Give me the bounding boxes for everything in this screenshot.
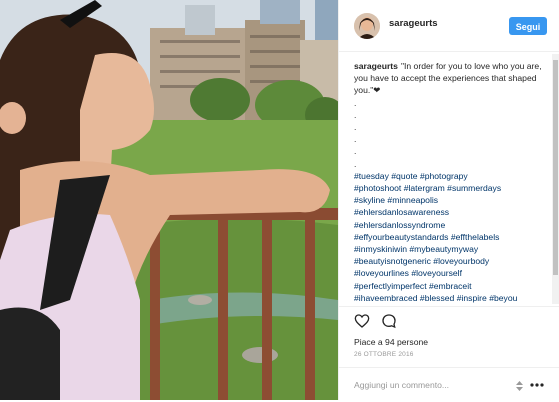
caption-dot: . bbox=[354, 97, 357, 108]
hashtag-line[interactable]: #ihaveembraced #blessed #inspire #beyou bbox=[354, 292, 554, 304]
photo-scene bbox=[0, 0, 338, 400]
post-date: 26 OTTOBRE 2016 bbox=[354, 351, 414, 358]
caption-area: sarageurts "In order for you to love who … bbox=[354, 60, 554, 306]
heart-outline-icon[interactable] bbox=[354, 313, 370, 329]
hashtag-line[interactable]: #beautyisnotgeneric #loveyourbody bbox=[354, 255, 554, 267]
hashtag-line[interactable]: #ehlersdanlosawareness bbox=[354, 206, 554, 218]
hashtag-line[interactable]: #ehlersdanlossyndrome bbox=[354, 219, 554, 231]
post-photo bbox=[0, 0, 338, 400]
hashtag-line[interactable]: #skyline #minneapolis bbox=[354, 194, 554, 206]
post-side-panel: sarageurts Segui sarageurts "In order for… bbox=[338, 0, 559, 400]
post-username[interactable]: sarageurts bbox=[389, 18, 438, 29]
caption-dots: ...... bbox=[354, 97, 554, 170]
likes-count[interactable]: Piace a 94 persone bbox=[354, 337, 428, 347]
hashtag-line[interactable]: #perfectlyimperfect #embraceit bbox=[354, 280, 554, 292]
more-options-icon[interactable] bbox=[529, 377, 545, 393]
add-comment-bar bbox=[339, 367, 559, 402]
caption-dot: . bbox=[354, 109, 357, 120]
hashtag-line[interactable]: #photoshoot #latergram #summerdays bbox=[354, 182, 554, 194]
scrollbar-thumb[interactable] bbox=[553, 60, 558, 275]
caption-dot: . bbox=[354, 146, 357, 157]
post-actions: Piace a 94 persone 26 OTTOBRE 2016 bbox=[339, 306, 559, 401]
post-header: sarageurts Segui bbox=[339, 0, 559, 52]
caption-hashtags: #tuesday #quote #photograpy #photoshoot #… bbox=[354, 170, 554, 306]
up-down-stepper-icon[interactable] bbox=[515, 380, 524, 392]
caption-dot: . bbox=[354, 158, 357, 169]
caption: sarageurts "In order for you to love who … bbox=[354, 60, 554, 97]
follow-button[interactable]: Segui bbox=[509, 17, 547, 35]
avatar-image bbox=[354, 13, 380, 39]
hashtag-line[interactable]: #inmyskiniwin #mybeautymyway bbox=[354, 243, 554, 255]
avatar[interactable] bbox=[354, 13, 380, 39]
comment-input[interactable] bbox=[354, 378, 504, 392]
comments-scrollbar[interactable] bbox=[552, 54, 559, 304]
hashtag-line[interactable]: #effyourbeautystandards #effthelabels bbox=[354, 231, 554, 243]
caption-dot: . bbox=[354, 122, 357, 133]
caption-dot: . bbox=[354, 134, 357, 145]
comment-bubble-icon[interactable] bbox=[381, 313, 397, 329]
caption-username[interactable]: sarageurts bbox=[354, 61, 398, 71]
hashtag-line[interactable]: #loveyourlines #loveyourself bbox=[354, 267, 554, 279]
hashtag-line[interactable]: #tuesday #quote #photograpy bbox=[354, 170, 554, 182]
